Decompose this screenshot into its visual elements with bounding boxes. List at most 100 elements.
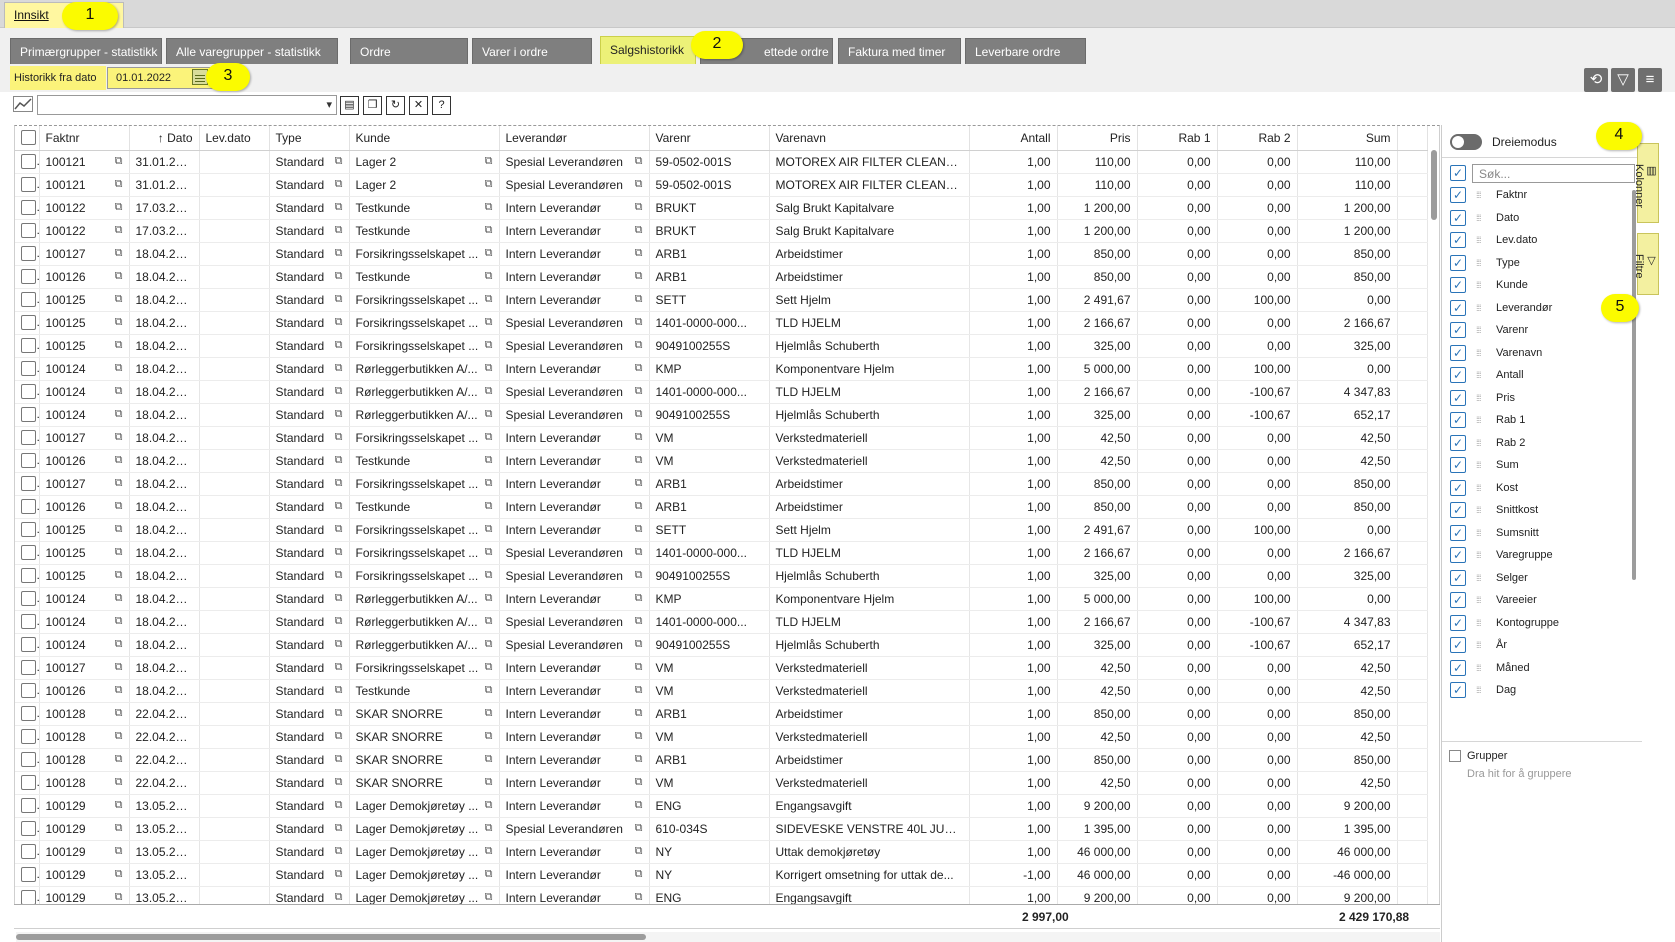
open-link-icon[interactable]: ⧉ bbox=[335, 615, 343, 628]
row-checkbox[interactable] bbox=[15, 840, 40, 864]
col-header-faktnr[interactable]: Faktnr bbox=[39, 126, 130, 151]
table-row[interactable]: ⧉ 100126 18.04.2022 ⧉ Standard ⧉ Testkunde ⧉ Int… bbox=[15, 265, 1428, 289]
open-link-icon[interactable]: ⧉ bbox=[485, 477, 493, 490]
open-link-icon[interactable]: ⧉ bbox=[115, 477, 123, 490]
table-row[interactable]: ⧉ 100121 31.01.2022 ⧉ Standard ⧉ Lager 2 ⧉ Spesi… bbox=[15, 173, 1428, 197]
row-checkbox[interactable] bbox=[15, 311, 40, 335]
row-checkbox[interactable] bbox=[15, 219, 40, 243]
table-row[interactable]: ⧉ 100122 17.03.2022 ⧉ Standard ⧉ Testkunde ⧉ Int… bbox=[15, 219, 1428, 243]
row-checkbox[interactable] bbox=[15, 495, 40, 519]
row-checkbox[interactable] bbox=[15, 541, 40, 565]
open-link-icon[interactable]: ⧉ bbox=[335, 638, 343, 651]
drag-handle-icon[interactable]: ⁞⁞⁞ bbox=[1476, 325, 1488, 335]
drag-handle-icon[interactable]: ⁞⁞⁞ bbox=[1476, 640, 1488, 650]
row-checkbox[interactable] bbox=[15, 403, 40, 427]
col-header-type[interactable]: Type bbox=[269, 126, 350, 151]
open-link-icon[interactable]: ⧉ bbox=[485, 178, 493, 191]
table-row[interactable]: ⧉ 100125 18.04.2022 ⧉ Standard ⧉ Forsikringsse… bbox=[15, 564, 1428, 588]
row-checkbox[interactable] bbox=[15, 702, 40, 726]
column-checkbox[interactable]: ✓ bbox=[1450, 524, 1466, 541]
open-link-icon[interactable]: ⧉ bbox=[115, 523, 123, 536]
columns-side-tab[interactable]: ▥ Kolonner bbox=[1633, 143, 1659, 223]
open-link-icon[interactable]: ⧉ bbox=[485, 500, 493, 513]
open-link-icon[interactable]: ⧉ bbox=[485, 201, 493, 214]
open-link-icon[interactable]: ⧉ bbox=[635, 615, 643, 628]
drag-handle-icon[interactable]: ⁞⁞⁞ bbox=[1476, 618, 1488, 628]
table-row[interactable]: ⧉ 100124 18.04.2022 ⧉ Standard ⧉ Rørleggerbuti… bbox=[15, 403, 1428, 427]
drag-handle-icon[interactable]: ⁞⁞⁞ bbox=[1476, 550, 1488, 560]
delete-icon[interactable]: ✕ bbox=[409, 96, 428, 115]
open-link-icon[interactable]: ⧉ bbox=[335, 822, 343, 835]
column-checkbox[interactable]: ✓ bbox=[1450, 614, 1466, 631]
column-checkbox[interactable]: ✓ bbox=[1450, 434, 1466, 451]
open-link-icon[interactable]: ⧉ bbox=[485, 868, 493, 881]
col-header-dato[interactable]: ↑ Dato bbox=[129, 126, 200, 151]
col-header-levdato[interactable]: Lev.dato bbox=[199, 126, 270, 151]
drag-handle-icon[interactable]: ⁞⁞⁞ bbox=[1476, 595, 1488, 605]
open-link-icon[interactable]: ⧉ bbox=[635, 362, 643, 375]
col-header-pris[interactable]: Pris bbox=[1057, 126, 1138, 151]
open-link-icon[interactable]: ⧉ bbox=[115, 776, 123, 789]
tab-leverbare-ordre[interactable]: Leverbare ordre bbox=[965, 38, 1086, 64]
open-link-icon[interactable]: ⧉ bbox=[635, 845, 643, 858]
column-checkbox[interactable]: ✓ bbox=[1450, 344, 1466, 361]
table-row[interactable]: ⧉ 100129 13.05.2022 ⧉ Standard ⧉ Lager Demokjø… bbox=[15, 840, 1428, 864]
copy-icon[interactable]: ❐ bbox=[363, 96, 382, 115]
open-link-icon[interactable]: ⧉ bbox=[635, 684, 643, 697]
grid-vertical-scrollbar[interactable] bbox=[1431, 150, 1437, 220]
row-checkbox[interactable] bbox=[15, 242, 40, 266]
tab-alle-varegrupper[interactable]: Alle varegrupper - statistikk bbox=[166, 38, 338, 64]
open-link-icon[interactable]: ⧉ bbox=[485, 776, 493, 789]
open-link-icon[interactable]: ⧉ bbox=[485, 339, 493, 352]
open-link-icon[interactable]: ⧉ bbox=[635, 316, 643, 329]
drag-handle-icon[interactable]: ⁞⁞⁞ bbox=[1476, 663, 1488, 673]
open-link-icon[interactable]: ⧉ bbox=[335, 799, 343, 812]
open-link-icon[interactable]: ⧉ bbox=[485, 155, 493, 168]
column-item[interactable]: ✓ ⁞⁞⁞ Sum bbox=[1442, 455, 1632, 477]
column-checkbox[interactable]: ✓ bbox=[1450, 322, 1466, 338]
open-link-icon[interactable]: ⧉ bbox=[115, 730, 123, 743]
table-row[interactable]: ⧉ 100125 18.04.2022 ⧉ Standard ⧉ Forsikringsse… bbox=[15, 518, 1428, 542]
reload-icon[interactable]: ↻ bbox=[386, 96, 405, 115]
column-item[interactable]: ✓ ⁞⁞⁞ Snittkost bbox=[1442, 500, 1632, 522]
open-link-icon[interactable]: ⧉ bbox=[635, 155, 643, 168]
open-link-icon[interactable]: ⧉ bbox=[485, 730, 493, 743]
drag-handle-icon[interactable]: ⁞⁞⁞ bbox=[1476, 438, 1488, 448]
table-row[interactable]: ⧉ 100126 18.04.2022 ⧉ Standard ⧉ Testkunde ⧉ Int… bbox=[15, 449, 1428, 473]
row-checkbox[interactable] bbox=[15, 380, 40, 404]
filter-icon[interactable]: ▽ bbox=[1611, 68, 1635, 92]
table-row[interactable]: ⧉ 100125 18.04.2022 ⧉ Standard ⧉ Forsikringsse… bbox=[15, 288, 1428, 312]
drag-handle-icon[interactable]: ⁞⁞⁞ bbox=[1476, 460, 1488, 470]
row-checkbox[interactable] bbox=[15, 610, 40, 634]
open-link-icon[interactable]: ⧉ bbox=[485, 224, 493, 237]
open-link-icon[interactable]: ⧉ bbox=[635, 339, 643, 352]
open-link-icon[interactable]: ⧉ bbox=[635, 592, 643, 605]
table-row[interactable]: ⧉ 100127 18.04.2022 ⧉ Standard ⧉ Forsikringsse… bbox=[15, 656, 1428, 680]
column-item[interactable]: ✓ ⁞⁞⁞ Rab 2 bbox=[1442, 433, 1632, 455]
open-link-icon[interactable]: ⧉ bbox=[485, 408, 493, 421]
column-checkbox[interactable]: ✓ bbox=[1450, 299, 1466, 316]
open-link-icon[interactable]: ⧉ bbox=[335, 224, 343, 237]
open-link-icon[interactable]: ⧉ bbox=[635, 822, 643, 835]
drag-handle-icon[interactable]: ⁞⁞⁞ bbox=[1476, 235, 1488, 245]
open-link-icon[interactable]: ⧉ bbox=[335, 316, 343, 329]
column-item[interactable]: ✓ ⁞⁞⁞ Faktnr bbox=[1442, 185, 1632, 207]
open-link-icon[interactable]: ⧉ bbox=[115, 201, 123, 214]
column-checkbox[interactable]: ✓ bbox=[1450, 367, 1466, 383]
open-link-icon[interactable]: ⧉ bbox=[635, 799, 643, 812]
drag-handle-icon[interactable]: ⁞⁞⁞ bbox=[1476, 190, 1488, 200]
open-link-icon[interactable]: ⧉ bbox=[335, 592, 343, 605]
drag-handle-icon[interactable]: ⁞⁞⁞ bbox=[1476, 505, 1488, 515]
column-item[interactable]: ✓ ⁞⁞⁞ Dag bbox=[1442, 680, 1632, 702]
open-link-icon[interactable]: ⧉ bbox=[115, 684, 123, 697]
open-link-icon[interactable]: ⧉ bbox=[485, 546, 493, 559]
open-link-icon[interactable]: ⧉ bbox=[335, 178, 343, 191]
column-checkbox[interactable]: ✓ bbox=[1450, 479, 1466, 496]
col-header-rab1[interactable]: Rab 1 bbox=[1137, 126, 1218, 151]
row-checkbox[interactable] bbox=[15, 587, 40, 611]
row-checkbox[interactable] bbox=[15, 748, 40, 772]
open-link-icon[interactable]: ⧉ bbox=[115, 822, 123, 835]
row-checkbox[interactable] bbox=[15, 449, 40, 473]
open-link-icon[interactable]: ⧉ bbox=[335, 730, 343, 743]
column-checkbox[interactable]: ✓ bbox=[1450, 682, 1466, 698]
